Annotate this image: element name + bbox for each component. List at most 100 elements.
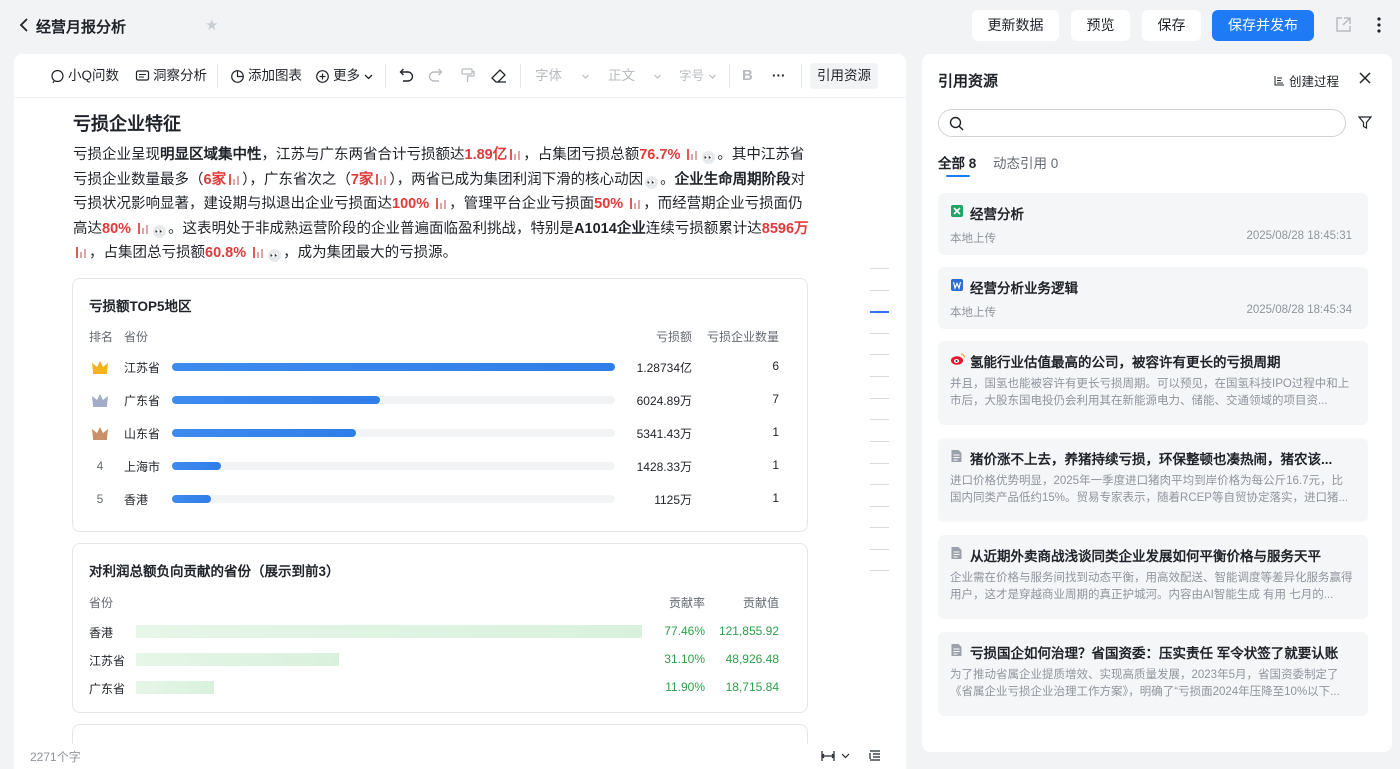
province-cell: 山东省 [124, 427, 161, 441]
toolbar-divider [520, 64, 521, 88]
redo-icon[interactable] [427, 67, 445, 83]
card-title: 亏损额TOP5地区 [89, 299, 192, 314]
insight-analysis-tool[interactable]: 洞察分析 [135, 66, 207, 86]
chevron-down-icon [364, 74, 373, 79]
save-button[interactable]: 保存 [1142, 10, 1201, 41]
resource-timestamp: 2025/08/28 18:45:31 [1246, 230, 1352, 242]
document-title[interactable]: 经营月报分析 [36, 16, 126, 37]
toolbar-divider [801, 64, 802, 88]
table-row[interactable]: 广东省 11.90% 18,715.84 [73, 678, 807, 698]
loss-bar [172, 429, 356, 437]
metric-icon[interactable] [252, 246, 264, 258]
bold-button[interactable]: B [742, 66, 753, 86]
table-row[interactable]: 5 香港 1125万 1 [73, 489, 807, 509]
text-style-select[interactable]: 正文 [608, 66, 635, 86]
resource-title: 氢能行业估值最高的公司，被容许有更长的亏损周期 [970, 355, 1281, 370]
loss-bar-track [172, 429, 615, 437]
resource-item[interactable]: 氢能行业估值最高的公司，被容许有更长的亏损周期并且，国氢也能被容许有更长亏损周期… [938, 341, 1368, 425]
back-arrow-icon[interactable] [18, 17, 32, 33]
top5-loss-card[interactable]: 亏损额TOP5地区 排名 省份 亏损额 亏损企业数量 江苏省 1.28734亿 6 广… [72, 278, 808, 532]
close-icon[interactable] [1359, 72, 1371, 84]
amount-cell: 1428.33万 [636, 460, 692, 474]
create-process-button[interactable]: 创建过程 [1274, 71, 1339, 90]
metric-icon[interactable] [435, 197, 447, 209]
search-input[interactable] [969, 114, 1329, 132]
save-and-publish-button[interactable]: 保存并发布 [1212, 10, 1314, 41]
source-link-icon[interactable]: 👀 [153, 224, 167, 238]
editor-footer: 2271个字 [14, 744, 906, 769]
tab-dynamic-reference[interactable]: 动态引用 0 [993, 152, 1058, 172]
table-row[interactable]: 香港 77.46% 121,855.92 [73, 622, 807, 642]
resource-timestamp: 2025/08/28 18:45:34 [1246, 304, 1352, 316]
metric-icon[interactable] [375, 173, 387, 185]
amount-cell: 6024.89万 [636, 394, 692, 408]
add-chart-tool[interactable]: 添加图表 [230, 66, 302, 86]
resource-item[interactable]: 经营分析业务逻辑 本地上传 2025/08/28 18:45:34 [938, 267, 1368, 329]
value-cell: 48,926.48 [725, 652, 779, 666]
column-header-count: 亏损企业数量 [706, 330, 779, 344]
metric-icon[interactable] [509, 148, 521, 160]
metric-icon[interactable] [629, 197, 641, 209]
message-icon [135, 69, 150, 81]
table-row[interactable]: 山东省 5341.43万 1 [73, 423, 807, 443]
metric-icon[interactable] [75, 246, 87, 258]
gold-crown-icon [89, 357, 111, 377]
font-size-select[interactable]: 字号 [679, 66, 704, 86]
count-cell: 7 [772, 392, 779, 406]
table-row[interactable]: 4 上海市 1428.33万 1 [73, 456, 807, 476]
contribution-bar [136, 653, 340, 666]
table-row[interactable]: 江苏省 1.28734亿 6 [73, 357, 807, 377]
loss-bar [172, 495, 211, 503]
resource-title: 经营分析业务逻辑 [970, 281, 1078, 296]
analysis-paragraph[interactable]: 亏损企业呈现明显区域集中性，江苏与广东两省合计亏损额达1.89亿 ，占集团亏损总额… [73, 143, 809, 266]
source-link-icon[interactable]: 👀 [268, 249, 282, 262]
metric-icon[interactable] [137, 222, 149, 234]
source-link-icon[interactable]: 👀 [702, 151, 716, 164]
silver-crown-icon [89, 390, 111, 410]
loss-bar-track [172, 396, 615, 404]
negative-contribution-card[interactable]: 对利润总额负向贡献的省份（展示到前3） 省份 贡献率 贡献值 香港 77.46% 1… [72, 543, 808, 713]
metric-icon[interactable] [686, 148, 698, 160]
card-title: 对利润总额负向贡献的省份（展示到前3） [89, 564, 340, 579]
more-tool[interactable]: 更多 [315, 66, 374, 86]
resource-item[interactable]: 猪价涨不上去，养猪持续亏损，环保整顿也凑热闹，猪农该... 进口价格优势明显，20… [938, 438, 1368, 522]
resource-title: 从近期外卖商战浅谈同类企业发展如何平衡价格与服务天平 [970, 549, 1321, 564]
font-family-select[interactable]: 字体 [535, 66, 562, 86]
table-row[interactable]: 广东省 6024.89万 7 [73, 390, 807, 410]
eraser-icon[interactable] [490, 67, 508, 84]
resource-title: 经营分析 [970, 207, 1024, 222]
section-heading[interactable]: 亏损企业特征 [73, 110, 181, 136]
share-icon[interactable] [1334, 16, 1352, 34]
metric-icon[interactable] [228, 173, 240, 185]
more-vertical-icon[interactable] [1372, 14, 1386, 36]
resource-item[interactable]: 从近期外卖商战浅谈同类企业发展如何平衡价格与服务天平 企业需在价格与服务间找到动态… [938, 535, 1368, 619]
province-cell: 广东省 [124, 394, 161, 408]
resource-item[interactable]: 经营分析 本地上传 2025/08/28 18:45:31 [938, 193, 1368, 255]
resource-snippet: 并且，国氢也能被容许有更长亏损周期。可以预见，在国氢科技IPO过程中和上市后，大… [950, 378, 1350, 407]
resource-item[interactable]: 亏损国企如何治理？省国资委：压实责任 军令状签了就要认账 为了推动省属企业提质增效… [938, 632, 1368, 716]
rate-cell: 77.46% [664, 624, 705, 638]
favorite-star-icon[interactable]: ★ [205, 16, 218, 34]
count-cell: 1 [772, 458, 779, 472]
top-bar: 经营月报分析 ★ 更新数据 预览 保存 保存并发布 [0, 0, 1400, 52]
page-width-icon[interactable] [820, 749, 852, 763]
doc-icon [950, 546, 964, 560]
ask-data-tool[interactable]: 小Q问数 [50, 66, 119, 86]
search-box[interactable] [938, 109, 1346, 137]
chat-bubble-icon [51, 69, 64, 83]
editor-panel: 小Q问数 洞察分析 添加图表 更多 字体 正文 字号 B ··· 引用资源 亏损… [14, 54, 906, 769]
outline-toggle-icon[interactable] [868, 749, 882, 763]
chevron-down-icon [582, 74, 589, 79]
preview-button[interactable]: 预览 [1071, 10, 1130, 41]
refresh-data-button[interactable]: 更新数据 [972, 10, 1059, 41]
column-header-rank: 排名 [89, 330, 114, 344]
table-row[interactable]: 江苏省 31.10% 48,926.48 [73, 650, 807, 670]
filter-icon[interactable] [1358, 116, 1372, 129]
format-painter-icon[interactable] [459, 67, 476, 84]
undo-icon[interactable] [397, 67, 415, 83]
more-options-button[interactable]: ··· [772, 66, 786, 86]
reference-resources-button[interactable]: 引用资源 [810, 63, 878, 89]
source-link-icon[interactable]: 👀 [645, 175, 659, 189]
tab-all[interactable]: 全部 8 [938, 152, 976, 172]
loss-bar [172, 363, 615, 371]
